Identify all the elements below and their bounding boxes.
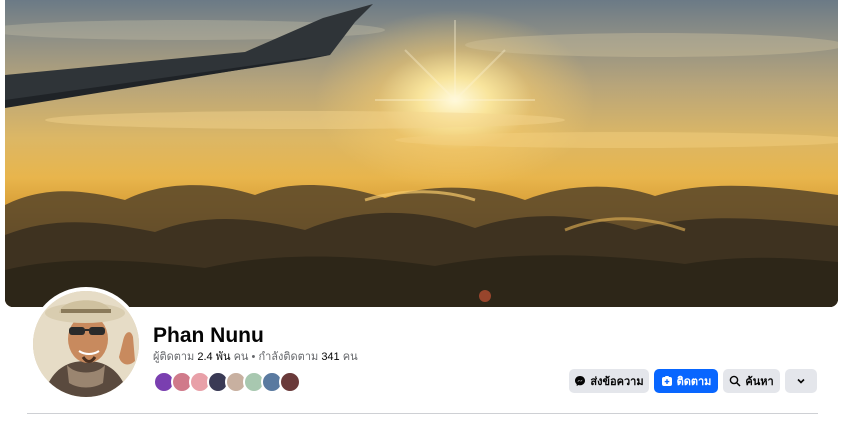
- messenger-icon: [575, 376, 586, 386]
- following-unit: คน: [342, 351, 358, 363]
- message-button-label: ส่งข้อความ: [590, 376, 644, 388]
- follow-button[interactable]: ติดตาม: [654, 369, 718, 393]
- header-divider: [27, 413, 818, 414]
- followers-label: ผู้ติดตาม: [153, 351, 195, 363]
- profile-page: Phan Nunu ผู้ติดตาม 2.4 พัน คน • กำลังติ…: [0, 0, 843, 421]
- search-button[interactable]: ค้นหา: [723, 369, 780, 393]
- following-count[interactable]: 341: [321, 351, 339, 363]
- profile-avatar[interactable]: [29, 287, 143, 401]
- chevron-down-icon: [797, 378, 805, 384]
- follower-avatars: [153, 371, 301, 393]
- following-label: กำลังติดตาม: [258, 351, 319, 363]
- profile-avatar-picture: [33, 291, 139, 397]
- cover-photo[interactable]: [5, 0, 838, 307]
- follow-icon: [661, 376, 672, 386]
- follower-avatar[interactable]: [279, 371, 301, 393]
- followers-unit: คน: [233, 351, 249, 363]
- search-icon: [730, 375, 741, 387]
- more-options-button[interactable]: [785, 369, 817, 393]
- followers-count[interactable]: 2.4 พัน: [197, 351, 230, 363]
- message-button[interactable]: ส่งข้อความ: [569, 369, 649, 393]
- profile-name: Phan Nunu: [153, 324, 264, 347]
- cover-photo-scene: [5, 4, 838, 307]
- profile-stats: ผู้ติดตาม 2.4 พัน คน • กำลังติดตาม 341 ค…: [153, 350, 358, 364]
- search-button-label: ค้นหา: [745, 376, 774, 388]
- follow-button-label: ติดตาม: [676, 376, 712, 388]
